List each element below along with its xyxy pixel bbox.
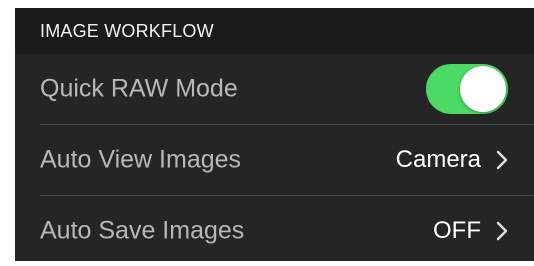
quick-raw-mode-label: Quick RAW Mode	[40, 74, 238, 103]
quick-raw-mode-row[interactable]: Quick RAW Mode	[15, 54, 534, 124]
chevron-right-icon	[496, 150, 508, 170]
auto-view-images-row[interactable]: Auto View Images Camera	[15, 125, 534, 195]
auto-view-images-label: Auto View Images	[40, 145, 242, 174]
section-title: IMAGE WORKFLOW	[40, 21, 214, 41]
section-header: IMAGE WORKFLOW	[15, 8, 534, 54]
settings-panel: IMAGE WORKFLOW Quick RAW Mode Auto View …	[15, 8, 534, 261]
chevron-right-icon	[496, 221, 508, 241]
auto-view-images-value: Camera	[395, 146, 481, 173]
toggle-knob	[460, 66, 506, 112]
auto-save-images-label: Auto Save Images	[40, 216, 245, 245]
auto-save-images-value: OFF	[433, 217, 481, 244]
auto-save-images-row[interactable]: Auto Save Images OFF	[15, 196, 534, 266]
quick-raw-mode-toggle[interactable]	[426, 64, 508, 114]
